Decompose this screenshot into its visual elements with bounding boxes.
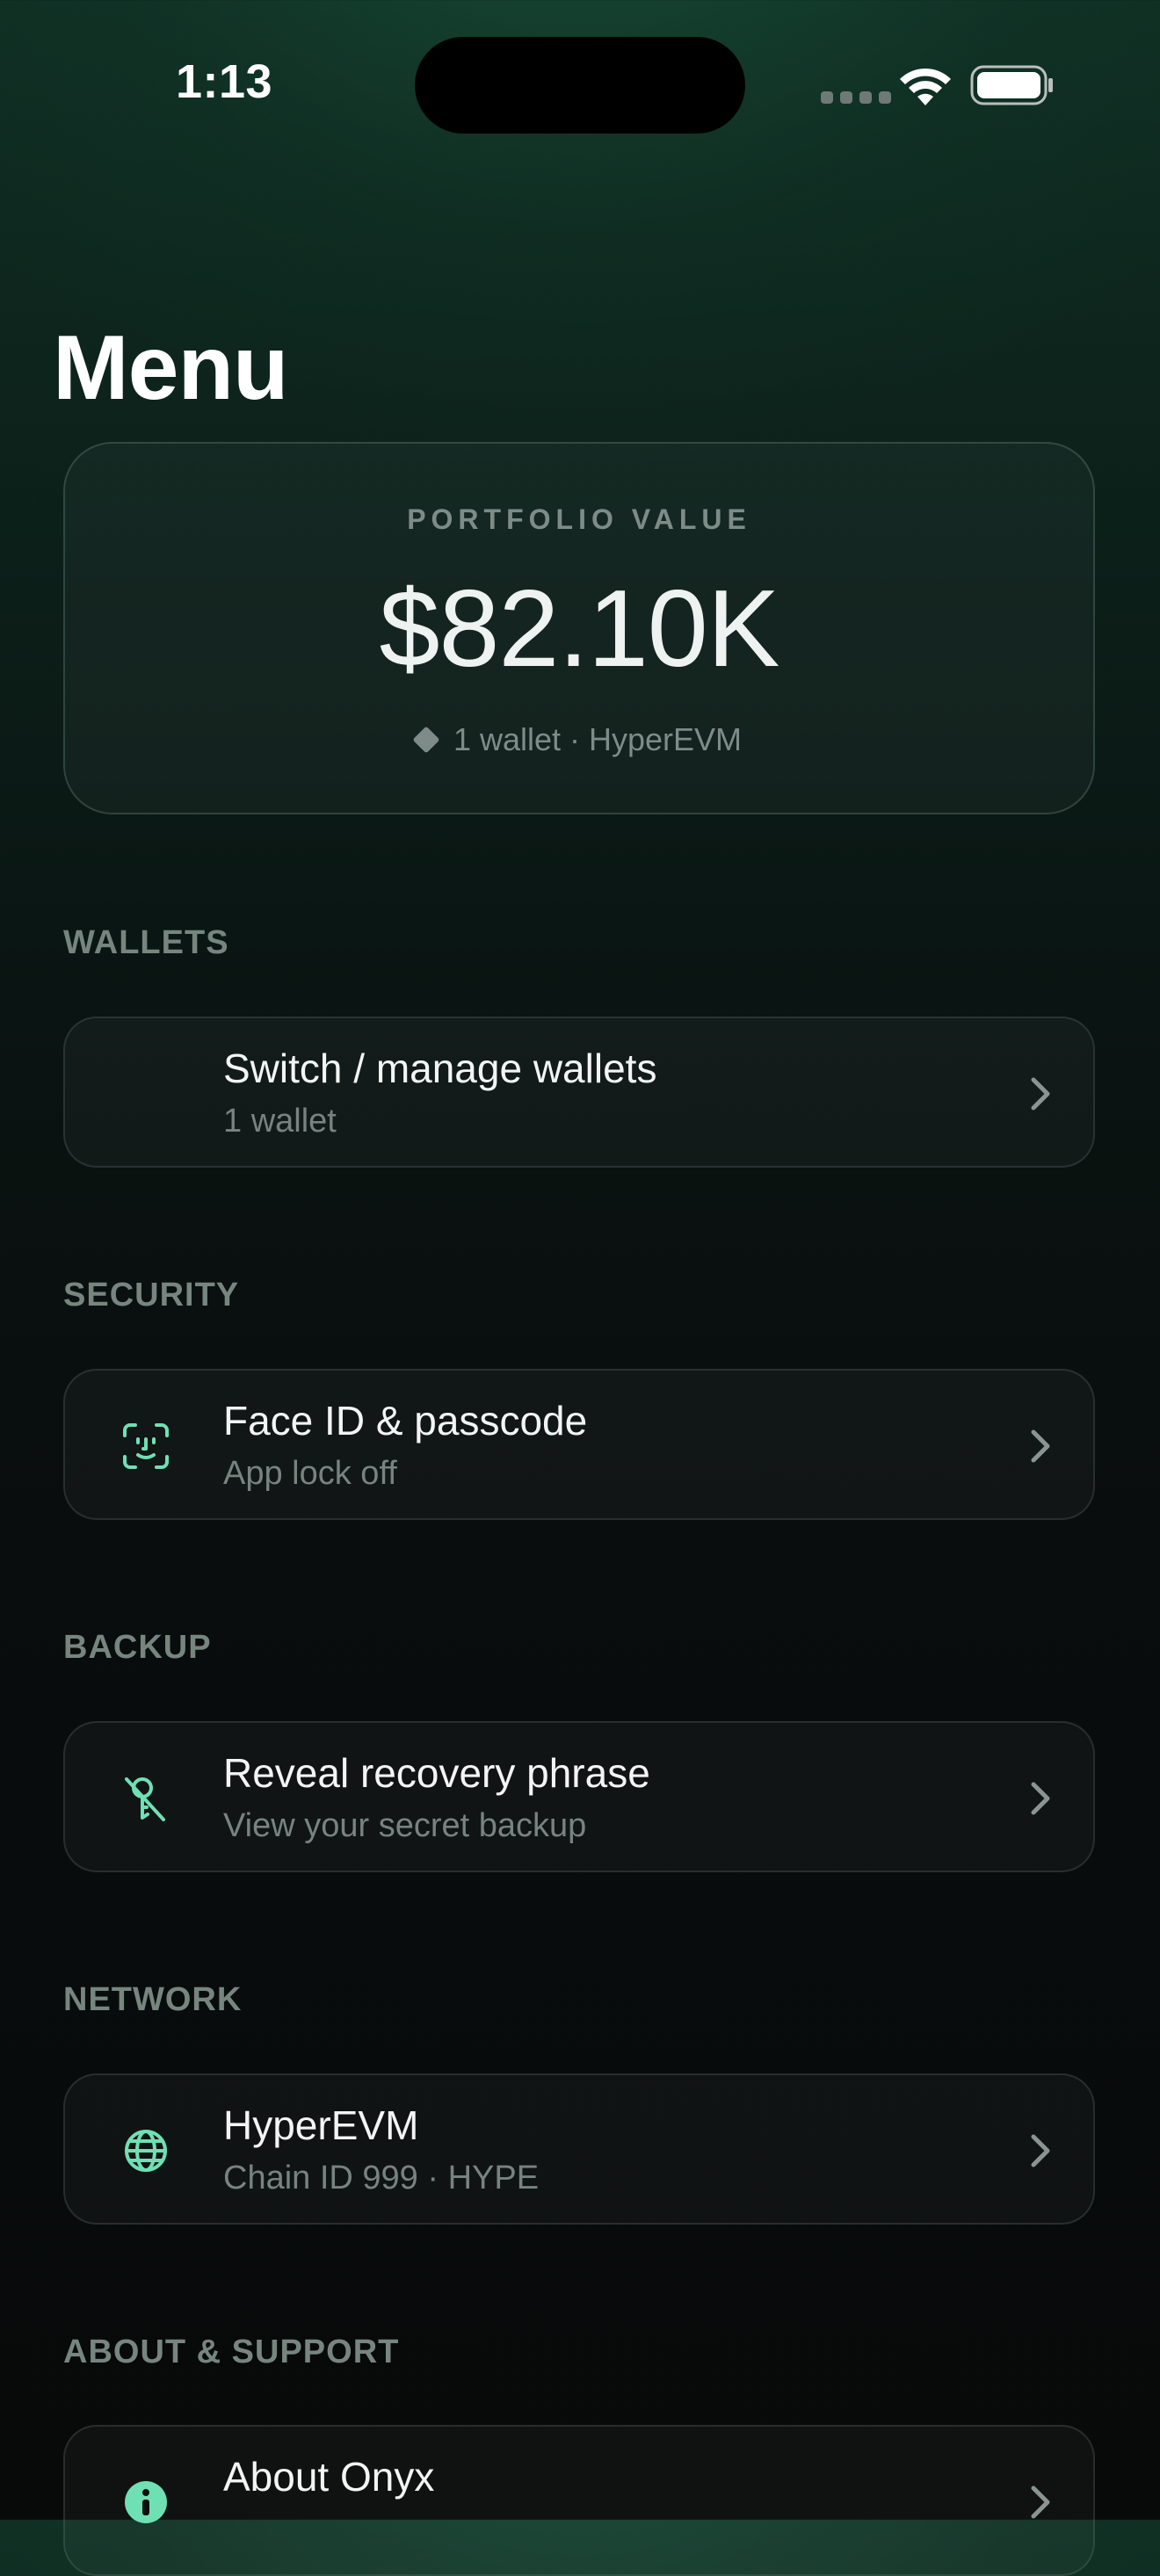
page-title: Menu: [53, 317, 289, 419]
portfolio-subtitle: 1 wallet · HyperEVM: [453, 721, 743, 757]
section-header-about: ABOUT & SUPPORT: [63, 2334, 400, 2370]
chevron-right-icon: [1031, 1782, 1050, 1815]
face-id-icon: [123, 1423, 169, 1469]
row-subtitle: Chain ID 999 · HYPE: [223, 2160, 540, 2196]
row-title: Face ID & passcode: [223, 1398, 588, 1444]
portfolio-card: PORTFOLIO VALUE $82.10K 1 wallet · Hyper…: [63, 442, 1095, 814]
section-header-network: NETWORK: [63, 1981, 243, 2018]
row-title: Switch / manage wallets: [223, 1046, 657, 1091]
row-title: Reveal recovery phrase: [223, 1750, 650, 1796]
section-header-wallets: WALLETS: [63, 924, 229, 961]
row-title: HyperEVM: [223, 2102, 419, 2148]
chevron-right-icon: [1031, 2134, 1050, 2167]
portfolio-value: $82.10K: [379, 568, 780, 690]
menu-row-network[interactable]: HyperEVM Chain ID 999 · HYPE: [63, 2073, 1095, 2225]
row-subtitle: 1 wallet: [223, 1103, 337, 1140]
menu-row-manage-wallets[interactable]: Switch / manage wallets 1 wallet: [63, 1017, 1095, 1168]
chevron-right-icon: [1031, 1077, 1050, 1111]
globe-icon: [125, 2130, 167, 2172]
section-header-backup: BACKUP: [63, 1629, 212, 1666]
row-title: About Onyx: [223, 2454, 435, 2500]
key-slash-icon: [125, 1777, 165, 1821]
row-subtitle: App lock off: [223, 1455, 397, 1492]
cellular-signal-icon: [821, 91, 891, 104]
menu-row-face-id[interactable]: Face ID & passcode App lock off: [63, 1369, 1095, 1520]
row-subtitle: View your secret backup: [223, 1807, 587, 1844]
section-header-security: SECURITY: [63, 1277, 240, 1313]
portfolio-subtitle-row: 1 wallet · HyperEVM: [65, 721, 1093, 758]
dynamic-island: [415, 37, 745, 134]
info-icon: [125, 2481, 167, 2523]
menu-row-about[interactable]: About Onyx: [63, 2425, 1095, 2576]
diamond-icon: [412, 726, 440, 754]
status-time: 1:13: [176, 55, 273, 108]
chevron-right-icon: [1031, 2486, 1050, 2519]
menu-row-recovery-phrase[interactable]: Reveal recovery phrase View your secret …: [63, 1721, 1095, 1872]
portfolio-label: PORTFOLIO VALUE: [407, 503, 751, 535]
chevron-right-icon: [1031, 1429, 1050, 1463]
wifi-icon: [900, 68, 951, 105]
battery-icon: [970, 65, 1053, 105]
